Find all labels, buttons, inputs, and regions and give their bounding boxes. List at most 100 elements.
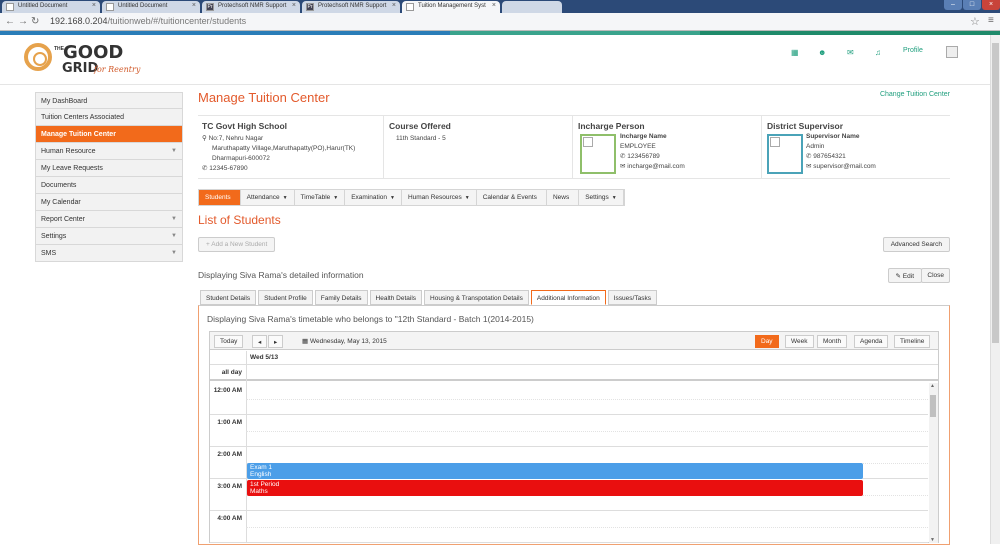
sidebar-item-label: Documents (41, 182, 77, 189)
tab-family-details[interactable]: Family Details (314, 290, 368, 305)
incharge-email[interactable]: incharge@mail.com (627, 163, 685, 170)
sidebar-item-manage-tuition-center[interactable]: Manage Tuition Center (35, 126, 183, 143)
close-icon[interactable]: × (92, 2, 96, 9)
new-tab[interactable] (502, 1, 562, 13)
scroll-up-icon[interactable]: ▲ (930, 383, 935, 389)
profile-link[interactable]: Profile (903, 47, 923, 54)
tab-calendar-events[interactable]: Calendar & Events (477, 190, 547, 205)
sidebar-item-calendar[interactable]: My Calendar (35, 194, 183, 211)
minimize-icon[interactable]: – (944, 0, 962, 10)
sidebar-item-human-resource[interactable]: Human Resource ▼ (35, 143, 183, 160)
tab-students[interactable]: Students (199, 190, 241, 205)
incharge-heading: Incharge Person (578, 121, 645, 131)
event-subject: English (250, 471, 272, 478)
tab-attendance[interactable]: Attendance ▼ (241, 190, 295, 205)
course-heading: Course Offered (389, 121, 451, 131)
browser-tab-active[interactable]: Tuition Management Syst × (402, 1, 500, 13)
scroll-down-icon[interactable]: ▼ (930, 537, 935, 543)
change-tuition-center-link[interactable]: Change Tuition Center (880, 91, 950, 98)
browser-tab[interactable]: Pr Protechsoft NMR Support × (202, 1, 300, 13)
sidebar-item-settings[interactable]: Settings ▼ (35, 228, 183, 245)
window-close-icon[interactable]: × (982, 0, 1000, 10)
calendar-event[interactable]: Exam 1 English (247, 463, 863, 479)
close-button[interactable]: Close (921, 268, 950, 283)
sidebar-item-documents[interactable]: Documents (35, 177, 183, 194)
tab-timetable[interactable]: TimeTable ▼ (295, 190, 346, 205)
view-agenda-button[interactable]: Agenda (854, 335, 889, 348)
supervisor-info: District Supervisor Supervisor Name Admi… (763, 116, 950, 179)
calendar-scrollbar[interactable]: ▲ ▼ (929, 383, 938, 543)
url-host: 192.168.0.204 (50, 16, 108, 26)
tab-title: Untitled Document (18, 3, 68, 9)
supervisor-phone: 987654321 (813, 153, 846, 160)
sidebar-item-tuition-centers[interactable]: Tuition Centers Associated (35, 109, 183, 126)
hour-row[interactable]: 12:00 AM (210, 383, 928, 415)
scrollbar-thumb[interactable] (992, 43, 999, 343)
school-phone: ✆ 12345-67890 (202, 164, 379, 174)
edit-button[interactable]: ✎ Edit (887, 268, 922, 283)
reload-icon[interactable]: ↻ (31, 16, 39, 27)
hour-label: 12:00 AM (213, 387, 242, 394)
maximize-icon[interactable]: □ (963, 0, 981, 10)
tab-label: Human Resources (407, 194, 462, 201)
users-icon[interactable]: ☻ (818, 48, 826, 57)
scrollbar-thumb[interactable] (930, 395, 936, 417)
url-field[interactable]: 192.168.0.204/tuitionweb/#/tuitioncenter… (50, 16, 246, 26)
sidebar-item-label: My Leave Requests (41, 165, 103, 172)
add-student-button[interactable]: + Add a New Student (198, 237, 276, 252)
prev-button[interactable]: ◂ (252, 335, 268, 348)
all-day-row[interactable]: all day (210, 365, 938, 381)
close-icon[interactable]: × (492, 2, 496, 9)
tab-settings[interactable]: Settings ▼ (579, 190, 624, 205)
supervisor-email[interactable]: supervisor@mail.com (813, 163, 876, 170)
close-icon[interactable]: × (392, 2, 396, 9)
sidebar-item-dashboard[interactable]: My DashBoard (35, 92, 183, 109)
advanced-search-button[interactable]: Advanced Search (882, 237, 950, 252)
half-hour-line (246, 399, 928, 400)
tab-student-details[interactable]: Student Details (200, 290, 257, 305)
close-icon[interactable]: × (292, 2, 296, 9)
view-month-button[interactable]: Month (817, 335, 848, 348)
sidebar-item-label: Settings (41, 233, 67, 240)
browser-tab[interactable]: Pr Protechsoft NMR Support × (302, 1, 400, 13)
calendar-event[interactable]: 1st Period Maths (247, 480, 863, 496)
back-arrow-icon[interactable]: ← (5, 16, 15, 27)
view-week-button[interactable]: Week (785, 335, 814, 348)
next-button[interactable]: ▸ (268, 335, 284, 348)
sidebar-item-sms[interactable]: SMS ▼ (35, 245, 183, 262)
mail-icon: ✉ (620, 163, 626, 170)
tab-news[interactable]: News (547, 190, 580, 205)
view-timeline-button[interactable]: Timeline (894, 335, 931, 348)
bell-icon[interactable]: ♫ (875, 48, 881, 57)
grid-icon[interactable]: ▦ (791, 48, 799, 57)
sidebar-item-leave-requests[interactable]: My Leave Requests (35, 160, 183, 177)
tab-issues-tasks[interactable]: Issues/Tasks (607, 290, 657, 305)
incharge-name: Incharge Name (620, 133, 667, 140)
tab-label: Attendance (246, 194, 280, 201)
forward-arrow-icon[interactable]: → (18, 16, 28, 27)
tab-student-profile[interactable]: Student Profile (258, 290, 313, 305)
tab-label: Calendar & Events (482, 194, 537, 201)
bookmark-star-icon[interactable]: ☆ (970, 15, 980, 28)
calendar-icon: ▦ (302, 338, 309, 345)
tab-label: Settings (585, 194, 609, 201)
page-scrollbar[interactable] (990, 35, 1000, 544)
tab-health-details[interactable]: Health Details (369, 290, 423, 305)
browser-tab[interactable]: Untitled Document × (2, 1, 100, 13)
mail-icon[interactable]: ✉ (847, 48, 854, 57)
avatar[interactable] (946, 46, 958, 58)
browser-tab[interactable]: Untitled Document × (102, 1, 200, 13)
tab-housing-transportation[interactable]: Housing & Transpotation Details (424, 290, 529, 305)
tab-human-resources[interactable]: Human Resources ▼ (402, 190, 477, 205)
today-button[interactable]: Today (214, 335, 244, 348)
tab-additional-information[interactable]: Additional Information (530, 290, 606, 305)
close-icon[interactable]: × (192, 2, 196, 9)
sidebar-item-label: Manage Tuition Center (41, 131, 116, 138)
tab-examination[interactable]: Examination ▼ (345, 190, 402, 205)
hour-row[interactable]: 1:00 AM (210, 415, 928, 447)
sidebar-item-report-center[interactable]: Report Center ▼ (35, 211, 183, 228)
view-day-button[interactable]: Day (755, 335, 779, 348)
pt-icon: Pr (306, 3, 314, 11)
browser-menu-icon[interactable]: ≡ (988, 15, 994, 26)
hour-row[interactable]: 4:00 AM (210, 511, 928, 543)
